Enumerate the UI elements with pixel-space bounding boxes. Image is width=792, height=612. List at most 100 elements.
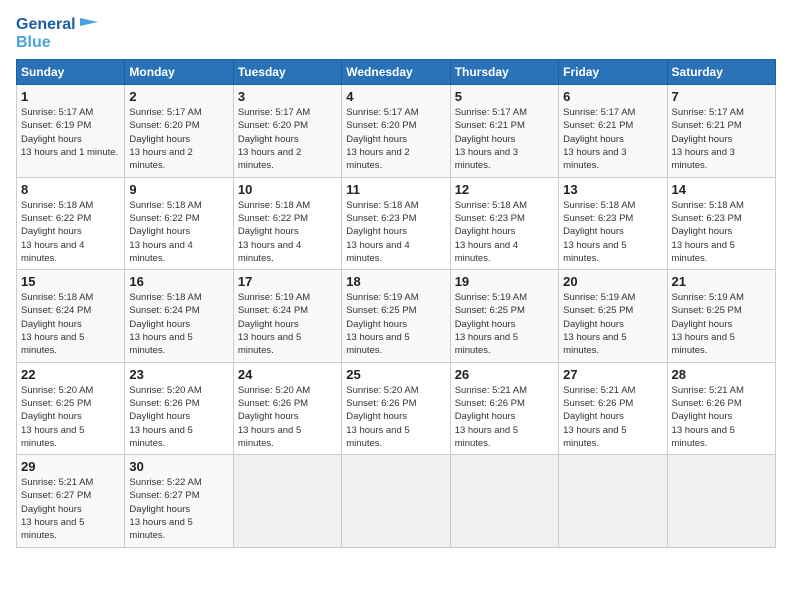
daylight-text: Daylight hours — [238, 134, 299, 145]
calendar-cell: 9 Sunrise: 5:18 AM Sunset: 6:22 PM Dayli… — [125, 177, 233, 269]
weekday-header-friday: Friday — [559, 60, 667, 85]
sunset-text: Sunset: 6:20 PM — [129, 120, 199, 131]
sunrise-text: Sunrise: 5:18 AM — [129, 292, 201, 303]
calendar-cell: 6 Sunrise: 5:17 AM Sunset: 6:21 PM Dayli… — [559, 85, 667, 177]
daylight-text: Daylight hours — [346, 134, 407, 145]
day-number: 13 — [563, 182, 662, 197]
daylight-text: Daylight hours — [21, 226, 82, 237]
sunset-text: Sunset: 6:21 PM — [455, 120, 525, 131]
calendar-cell: 24 Sunrise: 5:20 AM Sunset: 6:26 PM Dayl… — [233, 362, 341, 454]
weekday-header-sunday: Sunday — [17, 60, 125, 85]
sunrise-text: Sunrise: 5:19 AM — [455, 292, 527, 303]
calendar-cell: 5 Sunrise: 5:17 AM Sunset: 6:21 PM Dayli… — [450, 85, 558, 177]
calendar-cell: 25 Sunrise: 5:20 AM Sunset: 6:26 PM Dayl… — [342, 362, 450, 454]
day-number: 8 — [21, 182, 120, 197]
daylight-detail: 13 hours and 2 minutes. — [129, 147, 192, 171]
sunrise-text: Sunrise: 5:18 AM — [455, 200, 527, 211]
calendar-week-5: 29 Sunrise: 5:21 AM Sunset: 6:27 PM Dayl… — [17, 455, 776, 547]
sunset-text: Sunset: 6:24 PM — [21, 305, 91, 316]
logo-flag-icon — [80, 18, 98, 32]
calendar-cell: 26 Sunrise: 5:21 AM Sunset: 6:26 PM Dayl… — [450, 362, 558, 454]
sunset-text: Sunset: 6:27 PM — [129, 490, 199, 501]
calendar-cell: 19 Sunrise: 5:19 AM Sunset: 6:25 PM Dayl… — [450, 270, 558, 362]
day-number: 26 — [455, 367, 554, 382]
sunrise-text: Sunrise: 5:18 AM — [563, 200, 635, 211]
day-number: 16 — [129, 274, 228, 289]
daylight-detail: 13 hours and 5 minutes. — [346, 332, 409, 356]
weekday-header-wednesday: Wednesday — [342, 60, 450, 85]
calendar-week-2: 8 Sunrise: 5:18 AM Sunset: 6:22 PM Dayli… — [17, 177, 776, 269]
daylight-detail: 13 hours and 4 minutes. — [21, 240, 84, 264]
sunrise-text: Sunrise: 5:17 AM — [238, 107, 310, 118]
daylight-text: Daylight hours — [455, 226, 516, 237]
daylight-text: Daylight hours — [129, 504, 190, 515]
sunrise-text: Sunrise: 5:17 AM — [455, 107, 527, 118]
sunrise-text: Sunrise: 5:18 AM — [672, 200, 744, 211]
day-number: 19 — [455, 274, 554, 289]
sunset-text: Sunset: 6:26 PM — [238, 398, 308, 409]
day-number: 27 — [563, 367, 662, 382]
day-info: Sunrise: 5:21 AM Sunset: 6:26 PM Dayligh… — [563, 384, 662, 450]
sunrise-text: Sunrise: 5:19 AM — [563, 292, 635, 303]
sunrise-text: Sunrise: 5:18 AM — [129, 200, 201, 211]
sunrise-text: Sunrise: 5:21 AM — [672, 385, 744, 396]
daylight-text: Daylight hours — [455, 319, 516, 330]
calendar-cell — [233, 455, 341, 547]
calendar-cell — [342, 455, 450, 547]
sunset-text: Sunset: 6:21 PM — [563, 120, 633, 131]
daylight-text: Daylight hours — [672, 411, 733, 422]
daylight-text: Daylight hours — [129, 226, 190, 237]
sunset-text: Sunset: 6:21 PM — [672, 120, 742, 131]
calendar-week-4: 22 Sunrise: 5:20 AM Sunset: 6:25 PM Dayl… — [17, 362, 776, 454]
logo-line2: Blue — [16, 34, 98, 52]
day-number: 24 — [238, 367, 337, 382]
calendar-cell — [450, 455, 558, 547]
sunrise-text: Sunrise: 5:17 AM — [672, 107, 744, 118]
daylight-text: Daylight hours — [129, 411, 190, 422]
day-info: Sunrise: 5:17 AM Sunset: 6:20 PM Dayligh… — [129, 106, 228, 172]
sunrise-text: Sunrise: 5:21 AM — [563, 385, 635, 396]
calendar-cell: 12 Sunrise: 5:18 AM Sunset: 6:23 PM Dayl… — [450, 177, 558, 269]
day-info: Sunrise: 5:19 AM Sunset: 6:25 PM Dayligh… — [563, 291, 662, 357]
day-info: Sunrise: 5:18 AM Sunset: 6:22 PM Dayligh… — [238, 199, 337, 265]
day-info: Sunrise: 5:17 AM Sunset: 6:21 PM Dayligh… — [563, 106, 662, 172]
day-info: Sunrise: 5:18 AM Sunset: 6:23 PM Dayligh… — [672, 199, 771, 265]
calendar-cell: 30 Sunrise: 5:22 AM Sunset: 6:27 PM Dayl… — [125, 455, 233, 547]
day-info: Sunrise: 5:20 AM Sunset: 6:25 PM Dayligh… — [21, 384, 120, 450]
daylight-detail: 13 hours and 5 minutes. — [563, 240, 626, 264]
day-info: Sunrise: 5:21 AM Sunset: 6:27 PM Dayligh… — [21, 476, 120, 542]
sunset-text: Sunset: 6:26 PM — [346, 398, 416, 409]
daylight-detail: 13 hours and 5 minutes. — [129, 517, 192, 541]
sunrise-text: Sunrise: 5:19 AM — [238, 292, 310, 303]
day-info: Sunrise: 5:18 AM Sunset: 6:24 PM Dayligh… — [21, 291, 120, 357]
daylight-text: Daylight hours — [129, 319, 190, 330]
daylight-text: Daylight hours — [346, 226, 407, 237]
day-number: 18 — [346, 274, 445, 289]
calendar-cell: 11 Sunrise: 5:18 AM Sunset: 6:23 PM Dayl… — [342, 177, 450, 269]
calendar-cell: 8 Sunrise: 5:18 AM Sunset: 6:22 PM Dayli… — [17, 177, 125, 269]
day-number: 12 — [455, 182, 554, 197]
day-number: 17 — [238, 274, 337, 289]
daylight-text: Daylight hours — [238, 411, 299, 422]
daylight-detail: 13 hours and 5 minutes. — [238, 425, 301, 449]
calendar-cell: 23 Sunrise: 5:20 AM Sunset: 6:26 PM Dayl… — [125, 362, 233, 454]
weekday-header-tuesday: Tuesday — [233, 60, 341, 85]
day-info: Sunrise: 5:18 AM Sunset: 6:24 PM Dayligh… — [129, 291, 228, 357]
calendar-cell: 18 Sunrise: 5:19 AM Sunset: 6:25 PM Dayl… — [342, 270, 450, 362]
calendar-cell: 15 Sunrise: 5:18 AM Sunset: 6:24 PM Dayl… — [17, 270, 125, 362]
daylight-detail: 13 hours and 4 minutes. — [455, 240, 518, 264]
sunrise-text: Sunrise: 5:17 AM — [346, 107, 418, 118]
sunrise-text: Sunrise: 5:18 AM — [21, 200, 93, 211]
sunrise-text: Sunrise: 5:20 AM — [346, 385, 418, 396]
sunrise-text: Sunrise: 5:20 AM — [21, 385, 93, 396]
calendar-cell: 17 Sunrise: 5:19 AM Sunset: 6:24 PM Dayl… — [233, 270, 341, 362]
daylight-text: Daylight hours — [238, 226, 299, 237]
sunrise-text: Sunrise: 5:18 AM — [21, 292, 93, 303]
day-number: 22 — [21, 367, 120, 382]
sunrise-text: Sunrise: 5:17 AM — [563, 107, 635, 118]
calendar-cell: 16 Sunrise: 5:18 AM Sunset: 6:24 PM Dayl… — [125, 270, 233, 362]
sunrise-text: Sunrise: 5:18 AM — [238, 200, 310, 211]
sunset-text: Sunset: 6:23 PM — [346, 213, 416, 224]
daylight-detail: 13 hours and 2 minutes. — [346, 147, 409, 171]
sunset-text: Sunset: 6:20 PM — [238, 120, 308, 131]
